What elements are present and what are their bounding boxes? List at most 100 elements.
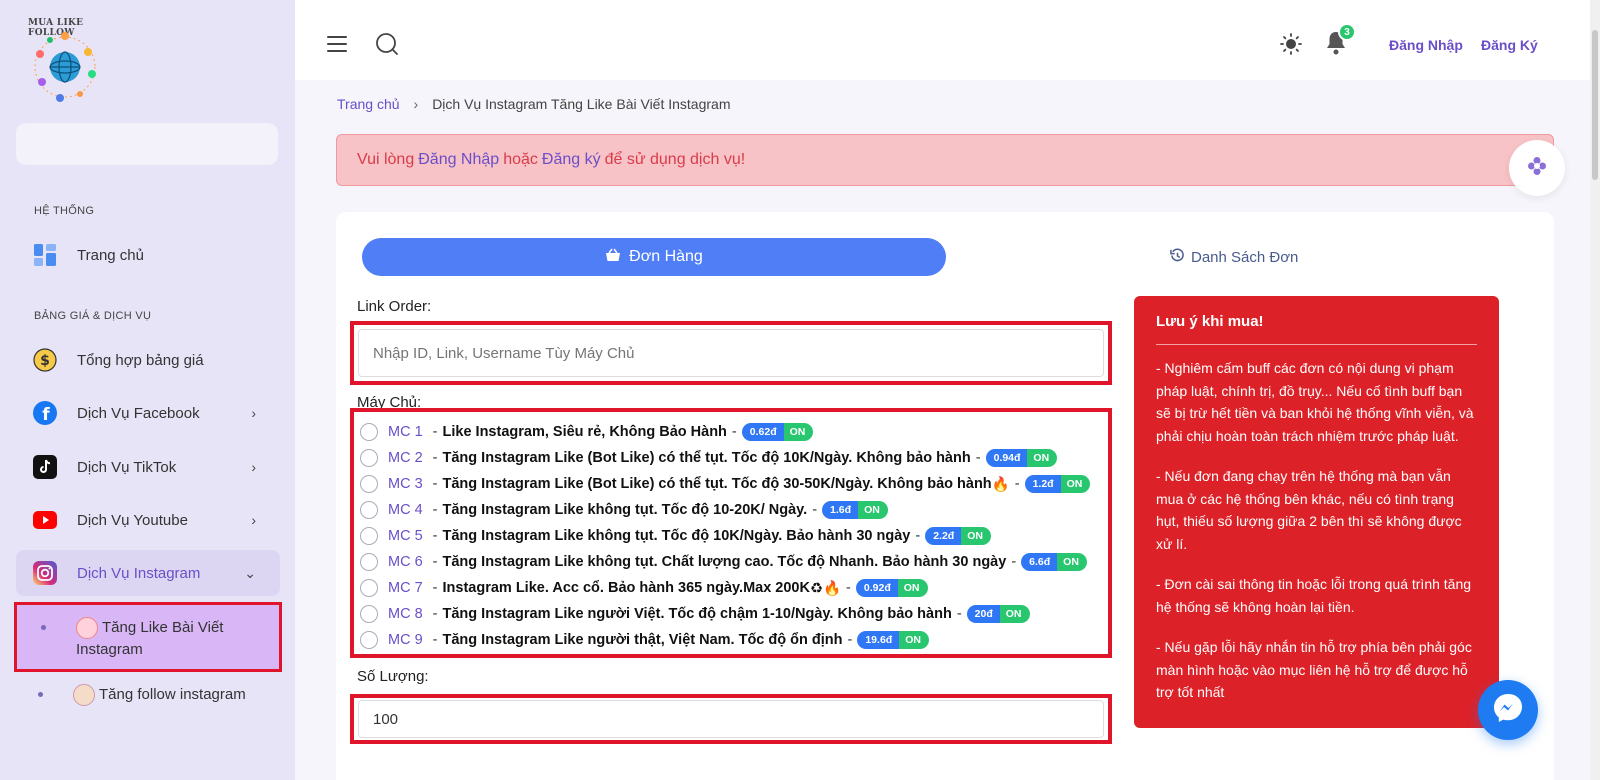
alert-login-link[interactable]: Đăng Nhập — [418, 151, 499, 169]
price-badge: 1.6đ — [822, 501, 859, 519]
page-scrollbar[interactable] — [1590, 0, 1600, 780]
server-option-mc8[interactable]: MC 8- Tăng Instagram Like người Việt. Tốc… — [360, 601, 1120, 627]
price-badge: 6.6đ — [1021, 553, 1058, 571]
server-code: MC 6 — [388, 554, 423, 570]
sidebar-item-home[interactable]: Trang chủ — [16, 232, 280, 278]
status-badge: ON — [961, 527, 991, 545]
price-badge: 0.94đ — [985, 449, 1028, 467]
sidebar-subitem-instagram-follow[interactable]: Tăng follow instagram — [14, 684, 282, 740]
radio-button[interactable] — [360, 631, 378, 649]
sidebar-subitem-text: Tăng follow instagram — [73, 684, 246, 707]
price-badge: 19.6đ — [857, 631, 900, 649]
tab-order-list[interactable]: Danh Sách Đơn — [1170, 248, 1298, 267]
breadcrumb-home-link[interactable]: Trang chủ — [337, 96, 400, 112]
bullet-dot — [41, 625, 46, 630]
server-name: Instagram Like. Acc cổ. Bảo hành 365 ngà… — [442, 580, 810, 596]
top-bar: 3 Đăng Nhập Đăng Ký — [295, 0, 1600, 80]
history-icon — [1170, 248, 1185, 267]
server-option-mc7[interactable]: MC 7- Instagram Like. Acc cổ. Bảo hành 36… — [360, 575, 1120, 601]
site-logo[interactable]: MUA LIKE FOLLOW — [28, 18, 108, 102]
tab-order[interactable]: Đơn Hàng — [362, 238, 946, 276]
theme-toggle-sun-icon[interactable] — [1280, 33, 1302, 60]
sidebar-item-label: Dịch Vụ Instagram — [77, 564, 201, 582]
link-order-input[interactable] — [358, 329, 1104, 377]
radio-button[interactable] — [360, 579, 378, 597]
search-icon[interactable] — [375, 32, 399, 61]
status-badge: ON — [1057, 553, 1087, 571]
dollar-coin-icon: $ — [32, 347, 58, 373]
alert-suffix: để sử dụng dịch vụ! — [604, 151, 746, 168]
people-icon — [73, 684, 95, 707]
server-option-mc1[interactable]: MC 1- Like Instagram, Siêu rẻ, Không Bảo … — [360, 419, 1120, 445]
quantity-input[interactable] — [358, 700, 1104, 738]
status-badge: ON — [897, 579, 928, 597]
dashboard-icon — [32, 242, 58, 268]
alert-register-link[interactable]: Đăng ký — [542, 151, 601, 169]
sidebar-item-facebook[interactable]: f Dịch Vụ Facebook › — [16, 390, 280, 436]
server-code: MC 3 — [388, 476, 423, 492]
svg-text:$: $ — [40, 353, 50, 369]
sidebar-search[interactable] — [16, 123, 278, 165]
server-option-mc9[interactable]: MC 9- Tăng Instagram Like người thật, Việ… — [360, 627, 1120, 653]
sidebar-item-youtube[interactable]: Dịch Vụ Youtube › — [16, 497, 280, 543]
globe-logo-icon — [34, 32, 96, 102]
server-name: Like Instagram, Siêu rẻ, Không Bảo Hành — [442, 424, 727, 440]
login-link[interactable]: Đăng Nhập — [1389, 37, 1463, 53]
sidebar-item-instagram[interactable]: Dịch Vụ Instagram ⌄ — [16, 550, 280, 596]
radio-button[interactable] — [360, 553, 378, 571]
section-pricing-heading: BẢNG GIÁ & DỊCH VỤ — [34, 310, 152, 322]
instagram-icon — [32, 560, 58, 586]
breadcrumb-current: Dịch Vụ Instagram Tăng Like Bài Viết Ins… — [432, 96, 731, 112]
messenger-chat-button[interactable] — [1478, 680, 1538, 740]
notes-paragraph: - Nếu gặp lỗi hãy nhắn tin hỗ trợ phía b… — [1156, 639, 1472, 700]
login-required-alert: Vui lòng Đăng Nhập hoặc Đăng ký để sử dụ… — [336, 134, 1554, 186]
sidebar-subitem-label: Tăng follow instagram — [99, 686, 246, 703]
notification-count-badge: 3 — [1338, 23, 1356, 41]
customizer-button[interactable] — [1509, 140, 1565, 196]
notes-paragraph: - Đơn cài sai thông tin hoặc lỗi trong q… — [1156, 576, 1472, 615]
status-badge: ON — [1027, 449, 1058, 467]
server-name: Tăng Instagram Like người thật, Việt Nam… — [442, 632, 843, 648]
server-option-mc2[interactable]: MC 2- Tăng Instagram Like (Bot Like) có t… — [360, 445, 1120, 471]
messenger-icon — [1491, 691, 1525, 730]
sidebar-item-label: Dịch Vụ Facebook — [77, 404, 200, 422]
notes-title: Lưu ý khi mua! — [1156, 313, 1477, 345]
server-code: MC 5 — [388, 528, 423, 544]
server-name: Tăng Instagram Like (Bot Like) có thể tụ… — [442, 450, 971, 466]
sidebar-subitem-instagram-likes[interactable]: Tăng Like Bài Viết Instagram — [14, 602, 282, 672]
sidebar-item-label: Tổng hợp bảng giá — [77, 351, 204, 369]
radio-button[interactable] — [360, 475, 378, 493]
server-option-mc3[interactable]: MC 3- Tăng Instagram Like (Bot Like) có t… — [360, 471, 1120, 497]
link-order-label: Link Order: — [357, 298, 432, 315]
youtube-icon — [32, 507, 58, 533]
price-badge: 0.92đ — [855, 579, 898, 597]
price-badge: 2.2đ — [925, 527, 962, 545]
sidebar-item-pricing[interactable]: $ Tổng hợp bảng giá — [16, 337, 280, 383]
server-code: MC 4 — [388, 502, 423, 518]
purchase-notes-panel: Lưu ý khi mua! - Nghiêm cấm buff các đơn… — [1134, 296, 1499, 728]
server-option-mc6[interactable]: MC 6- Tăng Instagram Like không tụt. Chất… — [360, 549, 1120, 575]
sidebar-item-label: Dịch Vụ Youtube — [77, 511, 188, 529]
server-name: Tăng Instagram Like không tụt. Chất lượn… — [442, 554, 1007, 570]
chevron-right-icon: › — [251, 405, 256, 421]
server-code: MC 7 — [388, 580, 423, 596]
server-option-mc5[interactable]: MC 5- Tăng Instagram Like không tụt. Tốc … — [360, 523, 1120, 549]
radio-button[interactable] — [360, 449, 378, 467]
scrollbar-thumb[interactable] — [1592, 30, 1598, 180]
hamburger-menu-icon[interactable] — [327, 36, 347, 57]
sidebar-subitem-text: Tăng Like Bài Viết Instagram — [76, 617, 279, 661]
radio-button[interactable] — [360, 527, 378, 545]
tab-order-list-label: Danh Sách Đơn — [1191, 249, 1299, 266]
server-option-mc4[interactable]: MC 4- Tăng Instagram Like không tụt. Tốc … — [360, 497, 1120, 523]
radio-button[interactable] — [360, 423, 378, 441]
server-emoji: 🔥 — [991, 476, 1010, 493]
sidebar-item-tiktok[interactable]: Dịch Vụ TikTok › — [16, 444, 280, 490]
status-badge: ON — [858, 501, 888, 519]
radio-button[interactable] — [360, 605, 378, 623]
section-system-heading: HỆ THỐNG — [34, 205, 95, 217]
radio-button[interactable] — [360, 501, 378, 519]
alert-prefix: Vui lòng — [357, 151, 415, 168]
sidebar-subitem-label: Tăng Like Bài Viết Instagram — [76, 619, 224, 659]
chevron-right-icon: › — [251, 512, 256, 528]
register-link[interactable]: Đăng Ký — [1481, 37, 1538, 53]
